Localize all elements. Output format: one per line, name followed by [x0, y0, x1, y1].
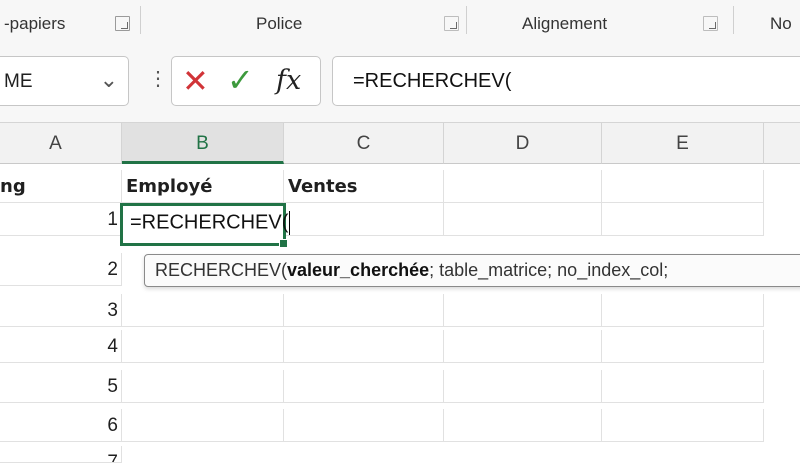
formula-bar: ME ⌄ ⋮ ✕ ✓ fx =RECHERCHEV(	[0, 42, 800, 123]
cell[interactable]	[444, 409, 602, 442]
cell[interactable]	[122, 294, 284, 327]
tooltip-other-arguments: ; table_matrice; no_index_col;	[429, 260, 669, 280]
cell[interactable]	[444, 330, 602, 363]
font-dialog-launcher-icon[interactable]	[444, 16, 459, 31]
tooltip-current-argument: valeur_cherchée	[287, 260, 430, 280]
cell[interactable]	[444, 170, 602, 203]
name-box[interactable]: ME ⌄	[0, 56, 129, 106]
column-header-a[interactable]: A	[0, 123, 122, 164]
ribbon-group-alignment-label: Alignement	[522, 14, 608, 33]
cell[interactable]	[444, 370, 602, 403]
active-cell-editor[interactable]: =RECHERCHEV(	[120, 203, 291, 248]
cell[interactable]	[444, 203, 602, 236]
cell-rank[interactable]: 2	[0, 253, 122, 286]
cell-rank[interactable]: 6	[0, 409, 122, 442]
check-icon[interactable]: ✓	[227, 61, 254, 99]
ribbon-group-labels: -papiers Police Alignement No	[0, 0, 800, 43]
cell-rank[interactable]: 4	[0, 330, 122, 363]
cell[interactable]	[284, 370, 444, 403]
ribbon-separator	[733, 6, 734, 34]
column-header-c[interactable]: C	[284, 123, 444, 164]
cell[interactable]	[122, 409, 284, 442]
alignment-dialog-launcher-icon[interactable]	[703, 16, 718, 31]
cell[interactable]	[284, 409, 444, 442]
cell-rank[interactable]: 5	[0, 370, 122, 403]
close-icon[interactable]: ✕	[182, 62, 209, 100]
cell[interactable]	[284, 294, 444, 327]
formula-buttons: ✕ ✓ fx	[171, 56, 321, 106]
cell-header-sales[interactable]: Ventes	[284, 170, 444, 203]
active-cell-formula: =RECHERCHEV(	[130, 211, 289, 234]
ribbon-separator	[140, 6, 141, 34]
cell[interactable]	[122, 330, 284, 363]
cell[interactable]	[444, 294, 602, 327]
chevron-down-icon[interactable]: ⌄	[100, 67, 118, 93]
ribbon-separator	[466, 6, 467, 34]
cell[interactable]	[284, 330, 444, 363]
column-header-d[interactable]: D	[444, 123, 602, 164]
cell-rank[interactable]: 1	[0, 203, 122, 236]
ribbon-group-font-label: Police	[256, 14, 303, 33]
cell[interactable]	[602, 370, 764, 403]
formula-text: =RECHERCHEV(	[353, 70, 512, 92]
text-caret	[289, 211, 291, 235]
formula-input[interactable]: =RECHERCHEV(	[332, 56, 800, 106]
cell[interactable]	[284, 203, 444, 236]
more-options-icon[interactable]: ⋮	[148, 66, 168, 91]
insert-function-button[interactable]: fx	[276, 65, 301, 96]
cell[interactable]	[602, 409, 764, 442]
function-signature-tooltip[interactable]: RECHERCHEV(valeur_cherchée; table_matric…	[144, 254, 800, 287]
column-header-e[interactable]: E	[602, 123, 764, 164]
column-header-b[interactable]: B	[122, 123, 284, 164]
cell-header-rank[interactable]: ng	[0, 170, 122, 203]
cell[interactable]	[602, 170, 764, 203]
tooltip-function-name: RECHERCHEV(	[155, 260, 288, 280]
ribbon-group-clipboard-label: -papiers	[4, 14, 66, 33]
cell-rank[interactable]: 7	[0, 446, 122, 463]
active-cell-text: =RECHERCHEV(	[130, 211, 291, 235]
cell-rank[interactable]: 3	[0, 294, 122, 327]
cell[interactable]	[122, 370, 284, 403]
cell[interactable]	[602, 330, 764, 363]
fill-handle[interactable]	[279, 239, 288, 248]
column-header-f[interactable]	[764, 123, 800, 164]
cell[interactable]	[602, 203, 764, 236]
clipboard-dialog-launcher-icon[interactable]	[115, 16, 130, 31]
name-box-value: ME	[4, 71, 33, 92]
cell-header-employee[interactable]: Employé	[122, 170, 284, 203]
cell[interactable]	[602, 294, 764, 327]
ribbon-group-number-label: No	[770, 14, 792, 33]
